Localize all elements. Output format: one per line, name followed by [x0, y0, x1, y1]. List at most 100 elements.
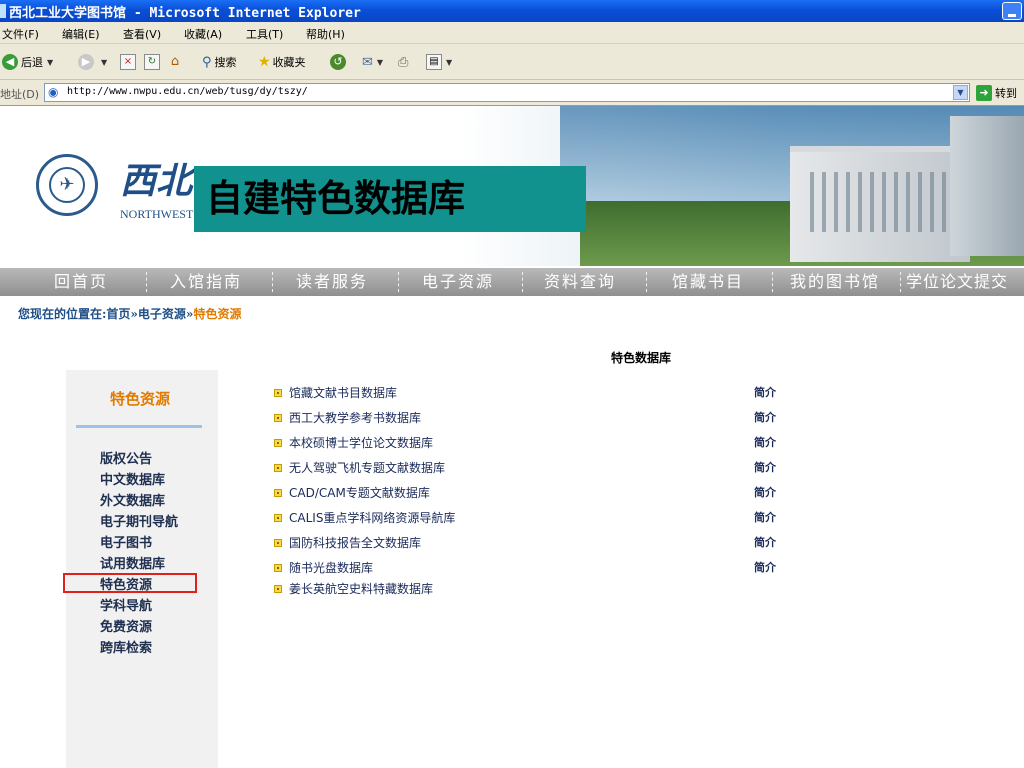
nav-divider [522, 272, 524, 292]
sidebar-item-free[interactable]: 免费资源 [100, 616, 152, 635]
sidebar-item-cross-search[interactable]: 跨库检索 [100, 637, 152, 656]
go-button[interactable]: ➜ 转到 [976, 85, 1017, 101]
database-link[interactable]: 本校硕博士学位论文数据库 [289, 434, 433, 451]
menu-favorites[interactable]: 收藏(A) [184, 26, 222, 42]
slide-title: 自建特色数据库 [206, 177, 465, 220]
database-link[interactable]: 姜长英航空史料特藏数据库 [289, 580, 433, 597]
database-link[interactable]: 馆藏文献书目数据库 [289, 384, 397, 401]
logo-chinese-name: 西北 [120, 160, 193, 202]
back-button[interactable]: ◀ 后退 ▼ [2, 53, 53, 71]
database-link[interactable]: CALIS重点学科网络资源导航库 [289, 509, 455, 526]
sidebar-item-foreign-db[interactable]: 外文数据库 [100, 490, 165, 509]
intro-link[interactable]: 简介 [754, 484, 776, 500]
database-link[interactable]: 无人驾驶飞机专题文献数据库 [289, 459, 445, 476]
left-sidebar: 特色资源 版权公告 中文数据库 外文数据库 电子期刊导航 电子图书 试用数据库 … [66, 370, 218, 768]
intro-link[interactable]: 简介 [754, 534, 776, 550]
history-icon: ↺ [330, 54, 346, 70]
search-button[interactable]: ⚲ 搜索 [202, 53, 237, 71]
database-link[interactable]: CAD/CAM专题文献数据库 [289, 484, 430, 501]
breadcrumb: 您现在的位置在:首页»电子资源»特色资源 [18, 305, 241, 322]
intro-link[interactable]: 简介 [754, 509, 776, 525]
sidebar-item-subject-nav[interactable]: 学科导航 [100, 595, 152, 614]
list-item: 随书光盘数据库 简介 [274, 559, 794, 579]
print-button[interactable]: ⎙ [398, 53, 408, 71]
sidebar-item-trial-db[interactable]: 试用数据库 [100, 553, 165, 572]
intro-link[interactable]: 简介 [754, 384, 776, 400]
nav-divider [646, 272, 648, 292]
seal-airplane-icon: ✈ [49, 167, 85, 203]
nav-divider [146, 272, 148, 292]
go-label: 转到 [995, 87, 1017, 100]
favorites-button[interactable]: ★ 收藏夹 [258, 53, 306, 71]
chevron-down-icon: ▼ [47, 57, 54, 67]
star-icon: ★ [258, 54, 271, 70]
nav-guide[interactable]: 入馆指南 [170, 268, 242, 296]
window-title-bar: 西北工业大学图书馆 - Microsoft Internet Explorer [0, 0, 1024, 22]
nav-home[interactable]: 回首页 [54, 268, 108, 296]
nav-divider [900, 272, 902, 292]
search-icon: ⚲ [202, 54, 212, 70]
print-icon: ⎙ [398, 54, 409, 70]
refresh-button[interactable]: ↻ [144, 53, 160, 71]
chevron-down-icon: ▼ [446, 57, 453, 67]
refresh-icon: ↻ [144, 54, 160, 70]
forward-arrow-icon: ▶ [78, 54, 94, 70]
database-link[interactable]: 西工大教学参考书数据库 [289, 409, 421, 426]
nav-search[interactable]: 资料查询 [544, 268, 616, 296]
chevron-down-icon: ▼ [101, 57, 108, 67]
sidebar-item-copyright[interactable]: 版权公告 [100, 448, 152, 467]
bullet-icon [274, 539, 282, 547]
intro-link[interactable]: 简介 [754, 459, 776, 475]
menu-tools[interactable]: 工具(T) [246, 26, 283, 42]
home-button[interactable]: ⌂ [168, 53, 182, 71]
edit-button[interactable]: ▤ ▼ [426, 53, 452, 71]
chevron-down-icon[interactable]: ▼ [953, 85, 968, 100]
logo-english-name: NORTHWEST [120, 207, 194, 221]
address-field[interactable]: ◉ http://www.nwpu.edu.cn/web/tusg/dy/tsz… [44, 83, 970, 102]
back-label: 后退 [21, 56, 43, 69]
sidebar-title: 特色资源 [110, 390, 171, 408]
stop-icon: × [120, 54, 136, 70]
bullet-icon [274, 564, 282, 572]
intro-link[interactable]: 简介 [754, 434, 776, 450]
menu-edit[interactable]: 编辑(E) [62, 26, 100, 42]
database-link[interactable]: 随书光盘数据库 [289, 559, 373, 576]
forward-button[interactable]: ▶ ▼ [78, 53, 107, 71]
nav-my-library[interactable]: 我的图书馆 [790, 268, 880, 296]
bullet-icon [274, 585, 282, 593]
browser-toolbar: ◀ 后退 ▼ ▶ ▼ × ↻ ⌂ ⚲ 搜索 ★ 收藏夹 ↺ ✉ ▼ ⎙ ▤ ▼ [0, 44, 1024, 80]
list-item: CALIS重点学科网络资源导航库 简介 [274, 509, 794, 529]
nav-reader-services[interactable]: 读者服务 [296, 268, 368, 296]
menu-view[interactable]: 查看(V) [123, 26, 161, 42]
list-item: 本校硕博士学位论文数据库 简介 [274, 434, 794, 454]
ie-icon [0, 4, 6, 18]
breadcrumb-path[interactable]: 您现在的位置在:首页»电子资源» [18, 307, 193, 321]
page-icon: ◉ [48, 85, 59, 99]
database-link[interactable]: 国防科技报告全文数据库 [289, 534, 421, 551]
stop-button[interactable]: × [120, 53, 136, 71]
bullet-icon [274, 514, 282, 522]
sidebar-item-ebooks[interactable]: 电子图书 [100, 532, 152, 551]
nav-divider [272, 272, 274, 292]
mail-button[interactable]: ✉ ▼ [362, 53, 383, 71]
sidebar-divider [76, 425, 202, 428]
menu-file[interactable]: 文件(F) [2, 26, 39, 42]
intro-link[interactable]: 简介 [754, 559, 776, 575]
highlight-annotation [63, 573, 197, 593]
sidebar-item-ejournals[interactable]: 电子期刊导航 [100, 511, 178, 530]
search-label: 搜索 [214, 56, 237, 69]
nav-divider [398, 272, 400, 292]
nav-thesis-submit[interactable]: 学位论文提交 [906, 268, 1008, 296]
list-item: CAD/CAM专题文献数据库 简介 [274, 484, 794, 504]
chevron-down-icon: ▼ [376, 57, 384, 67]
minimize-button[interactable] [1002, 2, 1022, 20]
history-button[interactable]: ↺ [330, 53, 349, 71]
intro-link[interactable]: 简介 [754, 409, 776, 425]
window-title: 西北工业大学图书馆 - Microsoft Internet Explorer [9, 6, 361, 21]
sidebar-item-chinese-db[interactable]: 中文数据库 [100, 469, 165, 488]
list-item: 西工大教学参考书数据库 简介 [274, 409, 794, 429]
nav-e-resources[interactable]: 电子资源 [422, 268, 494, 296]
address-bar: 地址(D) ◉ http://www.nwpu.edu.cn/web/tusg/… [0, 80, 1024, 106]
nav-catalog[interactable]: 馆藏书目 [672, 268, 744, 296]
menu-help[interactable]: 帮助(H) [306, 26, 345, 42]
